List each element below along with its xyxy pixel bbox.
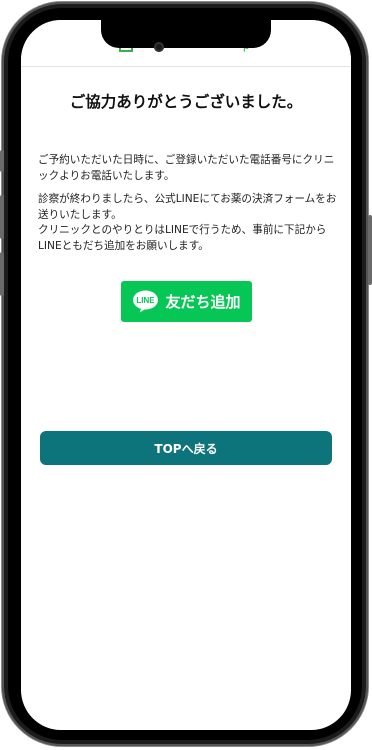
volume-down-button: [0, 252, 4, 296]
call-notice-text: ご予約いただいた日時に、ご登録いただいた電話番号にクリニックよりお電話いたします…: [38, 154, 335, 182]
volume-up-button: [0, 195, 4, 239]
line-logo-icon: LINE: [133, 290, 159, 313]
phone-screen: p ご協力ありがとうございました。 ご予約いただいた日時に、ご登録いただいた電話…: [21, 20, 351, 730]
payment-notice-text: 診察が終わりましたら、公式LINEにてお薬の決済フォームをお送りいたします。: [38, 193, 337, 221]
mute-switch: [0, 150, 4, 172]
line-logo-text: LINE: [137, 296, 156, 305]
line-notice-block: 診察が終わりましたら、公式LINEにてお薬の決済フォームをお送りいたします。 ク…: [38, 192, 338, 254]
front-camera-icon: [154, 42, 164, 52]
line-add-friend-button[interactable]: LINE 友だち追加: [121, 281, 252, 322]
page-title: ご協力ありがとうございました。: [69, 93, 303, 111]
line-add-friend-label: 友だち追加: [165, 293, 241, 311]
back-to-top-label: TOPへ戻る: [154, 441, 218, 456]
line-friend-notice-text: クリニックとのやりとりはLINEで行うため、事前に下記からLINEともだち追加を…: [38, 224, 327, 252]
notch: [101, 20, 271, 48]
power-button: [368, 215, 372, 285]
back-to-top-button[interactable]: TOPへ戻る: [40, 431, 332, 465]
